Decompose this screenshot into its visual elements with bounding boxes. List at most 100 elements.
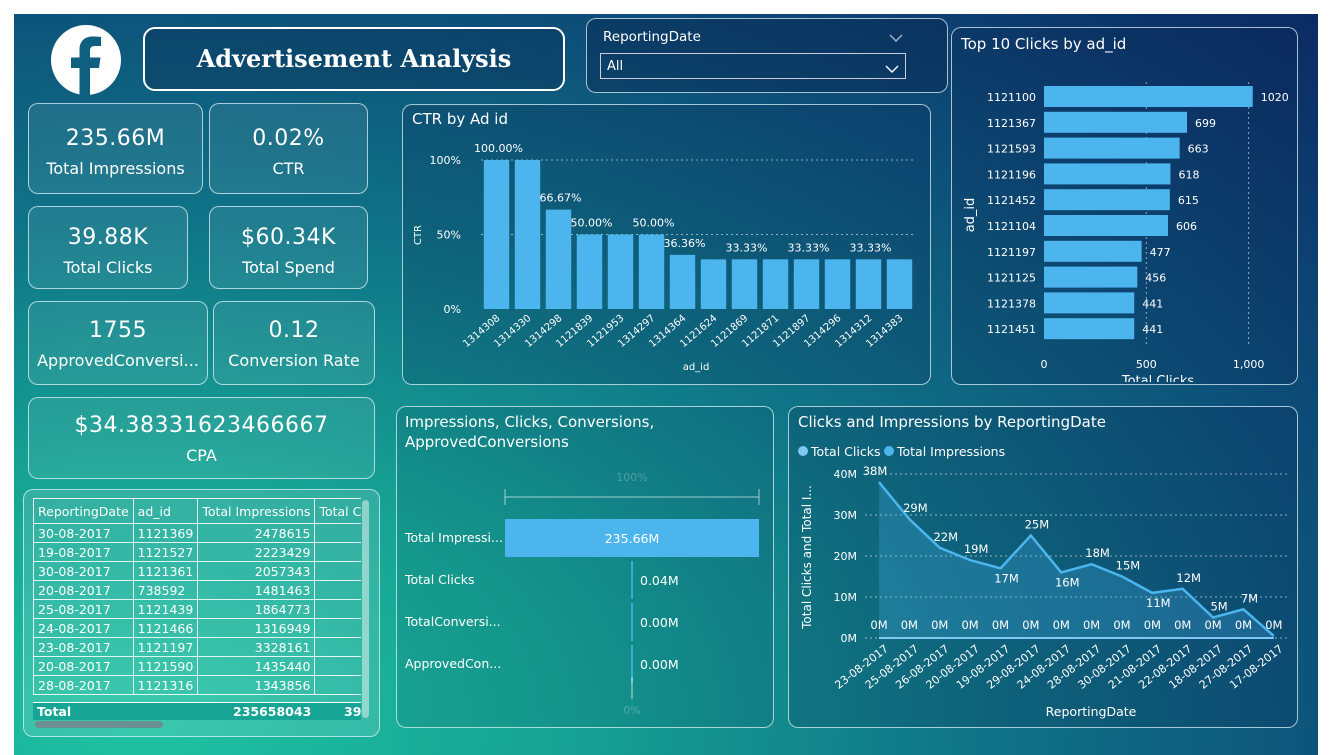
data-label: 699 — [1195, 117, 1216, 130]
table-row[interactable]: 20-08-2017 738592 1481463 — [33, 580, 361, 600]
data-label: 477 — [1150, 246, 1171, 259]
data-label: 17M — [994, 571, 1019, 585]
column-header[interactable]: Total Impressions — [197, 498, 316, 524]
bar — [576, 234, 603, 309]
y-tick-label: 40M — [834, 468, 858, 481]
y-tick-label: 50% — [437, 229, 461, 242]
column-header[interactable]: ad_id — [132, 498, 199, 524]
top10-bar-chart: 0 500 1,000 Total Clicks ad_id 1121100 1020 112… — [963, 82, 1289, 382]
y-tick-label: 1121378 — [987, 297, 1036, 310]
table-cell: 1121361 — [132, 561, 199, 581]
table-cell — [314, 523, 361, 543]
kpi-value: 235.66M — [65, 126, 166, 151]
table-cell — [314, 542, 361, 562]
kpi-label: Total Impressions — [46, 159, 185, 178]
x-tick-label: 0 — [1041, 358, 1048, 371]
bar — [824, 259, 851, 309]
table-cell: 1121590 — [132, 656, 199, 676]
dashboard-title: Advertisement Analysis — [196, 44, 512, 73]
data-label: 0M — [1144, 618, 1161, 632]
table-cell — [314, 580, 361, 600]
horizontal-scrollbar[interactable] — [35, 721, 163, 728]
y-tick-label: 1121452 — [987, 194, 1036, 207]
kpi-value: $34.38331623466667 — [74, 413, 329, 438]
y-tick-label: 0M — [841, 632, 858, 645]
table-cell: 1316949 — [197, 618, 316, 638]
slicer-value: All — [607, 59, 624, 74]
data-label: 33.33% — [850, 241, 892, 254]
y-tick-label: 1121125 — [987, 272, 1036, 285]
data-label: 50.00% — [633, 217, 675, 230]
bar — [1044, 215, 1169, 236]
table-row[interactable]: 30-08-2017 1121369 2478615 — [33, 523, 361, 543]
y-tick-label: 1121367 — [987, 117, 1036, 130]
bar — [514, 160, 541, 309]
table-cell: 2478615 — [197, 523, 316, 543]
data-label: 441 — [1142, 323, 1163, 336]
data-label: 0M — [992, 618, 1009, 632]
y-tick-label: 20M — [834, 550, 858, 563]
table-cell: 30-08-2017 — [33, 523, 134, 543]
table-row[interactable]: 20-08-2017 1121590 1435440 — [33, 656, 361, 676]
clicks-impressions-area-chart: Total Clicks Total Impressions 0M 10M 20M 30M… — [798, 444, 1289, 719]
legend-item: Total Clicks — [810, 444, 880, 459]
slicer-dropdown[interactable]: All — [600, 53, 906, 79]
data-label: 235.66M — [605, 531, 660, 546]
data-label: 15M — [1116, 559, 1141, 573]
table-row[interactable]: 30-08-2017 1121361 2057343 — [33, 561, 361, 581]
funnel-bottom-label: 0% — [623, 704, 640, 717]
data-label: 36.36% — [664, 237, 706, 250]
total-label: Total — [37, 704, 72, 719]
facebook-logo-icon — [50, 24, 122, 96]
kpi-label: CPA — [186, 446, 217, 465]
bar — [545, 209, 572, 309]
table-cell: 1121527 — [132, 542, 199, 562]
data-label: 0M — [901, 618, 918, 632]
column-header[interactable]: ReportingDate — [33, 498, 134, 524]
bar — [1044, 86, 1253, 107]
data-label: 50.00% — [571, 217, 613, 230]
bar — [1044, 189, 1170, 211]
bar — [1044, 318, 1135, 340]
bar — [483, 160, 510, 309]
y-tick-label: 1121196 — [987, 168, 1036, 181]
table-row[interactable]: 25-08-2017 1121439 1864773 — [33, 599, 361, 619]
kpi-label: Conversion Rate — [228, 351, 360, 370]
data-label: 0M — [1083, 618, 1100, 632]
slicer-collapse-icon[interactable] — [889, 29, 903, 42]
data-label: 0M — [1235, 618, 1252, 632]
table-cell — [314, 656, 361, 676]
data-label: 33.33% — [788, 241, 830, 254]
kpi-ctr: 0.02% CTR — [209, 103, 368, 194]
kpi-total-clicks: 39.88K Total Clicks — [28, 206, 188, 289]
table-row[interactable]: 19-08-2017 1121527 2223429 — [33, 542, 361, 562]
bar — [700, 259, 727, 309]
data-label: 441 — [1142, 297, 1163, 310]
vertical-scrollbar[interactable] — [362, 500, 369, 718]
data-label: 11M — [1146, 596, 1171, 610]
kpi-value: $60.34K — [241, 225, 336, 250]
x-axis-label: Total Clicks — [1121, 374, 1194, 382]
y-tick-label: 1121593 — [987, 143, 1036, 156]
table-cell: 20-08-2017 — [33, 580, 134, 600]
data-label: 5M — [1210, 600, 1227, 614]
bar — [762, 259, 789, 309]
data-label: 606 — [1176, 220, 1197, 233]
funnel-bar-chart: 100% Total Impressi... 235.66M Total Clicks… — [404, 471, 760, 717]
table-cell: 23-08-2017 — [33, 637, 134, 657]
reporting-date-slicer: ReportingDate All — [586, 18, 948, 93]
category-label: TotalConversi... — [404, 614, 501, 629]
table-row[interactable]: 23-08-2017 1121197 3328161 — [33, 637, 361, 657]
table-row[interactable]: 28-08-2017 1121316 1343856 — [33, 675, 361, 695]
table-row[interactable]: 24-08-2017 1121466 1316949 — [33, 618, 361, 638]
column-header[interactable]: Total Cl — [314, 498, 361, 524]
data-table-viewport: ReportingDate ad_id Total Impressions To… — [33, 498, 361, 720]
table-cell — [314, 675, 361, 695]
table-cell: 738592 — [132, 580, 199, 600]
legend-marker — [798, 446, 808, 456]
table-cell: 28-08-2017 — [33, 675, 134, 695]
table-cell: 1121197 — [132, 637, 199, 657]
kpi-value: 39.88K — [67, 225, 149, 250]
legend-marker — [884, 446, 894, 456]
data-table-panel: ReportingDate ad_id Total Impressions To… — [23, 489, 380, 737]
